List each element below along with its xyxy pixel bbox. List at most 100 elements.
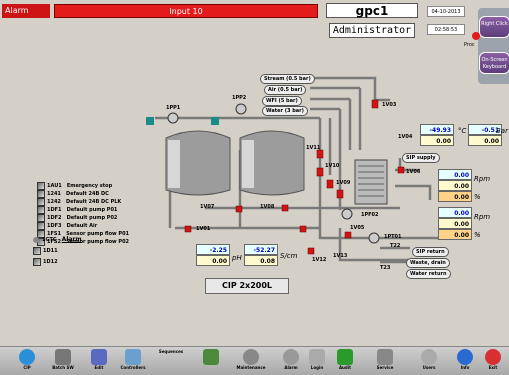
- legend-row[interactable]: 1DF1 Default pump P01: [37, 206, 133, 214]
- tank-2: [239, 130, 305, 196]
- valve-label-v07[interactable]: 1V07: [200, 204, 214, 210]
- valve-label-v09[interactable]: 1V09: [336, 180, 350, 186]
- legend-text: Emergency stop: [66, 183, 113, 189]
- alarm-icon: [33, 257, 41, 266]
- alarm-icon: [33, 246, 41, 255]
- taskbar-label: Info: [460, 365, 470, 370]
- alarm-item-text: Alarm: [61, 236, 82, 243]
- cond-unit: S/cm: [280, 252, 298, 260]
- tank-1: [165, 130, 231, 196]
- legend-code: 1DF2: [47, 215, 62, 221]
- taskbar-batch-sw[interactable]: Batch SW: [48, 349, 78, 375]
- legend-code: 1DF3: [47, 223, 62, 229]
- flow1-unit: Rpm: [474, 175, 491, 183]
- sip-return-tag: SIP return: [412, 247, 449, 257]
- taskbar-label: Batch SW: [52, 365, 74, 370]
- valve-label-v10[interactable]: 1V10: [325, 163, 339, 169]
- valve-label-v01[interactable]: 1V01: [196, 226, 210, 232]
- legend-text: Default 24B DC PLK: [66, 199, 122, 205]
- valve-label-v06[interactable]: 1V06: [406, 169, 420, 175]
- ph-value: -2.25: [196, 244, 230, 255]
- recipe-label: CIP 2x200L: [205, 278, 289, 294]
- alarm-item[interactable]: 1GTC Alarm: [33, 234, 93, 245]
- taskbar-label: Maintenance: [236, 365, 266, 370]
- alarm-bell-icon: [283, 349, 299, 365]
- taskbar-controllers[interactable]: Controllers: [118, 349, 148, 375]
- valve-label-v03[interactable]: 1V03: [382, 102, 396, 108]
- temp-setpoint[interactable]: 0.00: [420, 135, 454, 146]
- legend-row[interactable]: 1DF2 Default pump P02: [37, 214, 133, 222]
- taskbar-label: Users: [422, 365, 436, 370]
- taskbar-chart[interactable]: [196, 349, 226, 375]
- alarm-icon: [37, 222, 45, 230]
- legend-text: Default Air: [66, 223, 98, 229]
- supply-water: Water (3 bar): [262, 106, 308, 116]
- alarm-icon: [37, 182, 45, 190]
- legend-row[interactable]: 1241 Default 24B DC: [37, 190, 133, 198]
- valve-label-v05[interactable]: 1V05: [350, 225, 364, 231]
- controllers-icon: [125, 349, 141, 365]
- pump-label-pp1: 1PP1: [166, 105, 181, 111]
- supply-steam: Stream (0.5 bar): [260, 74, 315, 84]
- valve-label-v12[interactable]: 1V12: [312, 257, 326, 263]
- taskbar-service[interactable]: Service: [370, 349, 400, 375]
- alarm-icon: [37, 214, 45, 222]
- info-icon: [457, 349, 473, 365]
- flow2-setpoint[interactable]: 0.00: [438, 218, 472, 229]
- taskbar-edit[interactable]: Edit: [84, 349, 114, 375]
- valve-label-v13[interactable]: 1V13: [333, 253, 347, 259]
- flow1-percent: 0.00: [438, 191, 472, 202]
- cond-value: -52.27: [244, 244, 278, 255]
- water-return-tag: Water return: [406, 269, 451, 279]
- pressure-unit: Bar: [496, 127, 508, 135]
- valve-label-pf02: 1PF02: [361, 212, 379, 218]
- waste-drain-tag: Waste, drain: [406, 258, 450, 268]
- valve-label-pt01: 1PT01: [384, 234, 402, 240]
- cip-icon: [19, 349, 35, 365]
- ph-unit: pH: [232, 254, 242, 262]
- heat-exchanger: [354, 159, 388, 205]
- legend-code: 1AU1: [47, 183, 62, 189]
- valve-label-t22: T22: [390, 243, 401, 249]
- exit-icon: [485, 349, 501, 365]
- alarm-item[interactable]: 1D12: [33, 256, 93, 267]
- legend-row[interactable]: 1242 Default 24B DC PLK: [37, 198, 133, 206]
- wrench-icon: [377, 349, 393, 365]
- taskbar-audit[interactable]: Audit: [330, 349, 360, 375]
- cond-setpoint[interactable]: 0.08: [244, 255, 278, 266]
- alarm-icon: [37, 190, 45, 198]
- gears-icon: [243, 349, 259, 365]
- pressure-setpoint[interactable]: 0.00: [468, 135, 502, 146]
- alarm-bullet-icon: [33, 236, 39, 243]
- legend-row[interactable]: 1DF3 Default Air: [37, 222, 133, 230]
- taskbar-label: Controllers: [120, 365, 146, 370]
- valve-label-v04[interactable]: 1V04: [398, 134, 412, 140]
- taskbar-label: Login: [310, 365, 324, 370]
- taskbar-sequences[interactable]: Sequences: [156, 349, 186, 375]
- flow2-value: 0.00: [438, 207, 472, 218]
- flow1-value: 0.00: [438, 169, 472, 180]
- valve-label-v08[interactable]: 1V08: [260, 204, 274, 210]
- flow1-pct-unit: %: [474, 193, 481, 201]
- taskbar-maintenance[interactable]: Maintenance: [236, 349, 266, 375]
- edit-icon: [91, 349, 107, 365]
- flow2-percent: 0.00: [438, 229, 472, 240]
- legend-row[interactable]: 1AU1 Emergency stop: [37, 182, 133, 190]
- audit-icon: [337, 349, 353, 365]
- user-icon: [421, 349, 437, 365]
- alarm-icon: [37, 198, 45, 206]
- valve-label-v11[interactable]: 1V11: [306, 145, 320, 151]
- taskbar-users[interactable]: Users: [414, 349, 444, 375]
- taskbar-info[interactable]: Info: [450, 349, 480, 375]
- process-diagram: [146, 76, 440, 264]
- ph-setpoint[interactable]: 0.00: [196, 255, 230, 266]
- alarm-item[interactable]: 1D11: [33, 245, 93, 256]
- flow1-setpoint[interactable]: 0.00: [438, 180, 472, 191]
- taskbar-login[interactable]: Login: [302, 349, 332, 375]
- taskbar-label: Exit: [488, 365, 498, 370]
- taskbar-cip[interactable]: CIP: [12, 349, 42, 375]
- sip-supply-tag: SIP supply: [402, 153, 440, 163]
- taskbar-exit[interactable]: Exit: [478, 349, 508, 375]
- legend-code: 1242: [47, 199, 61, 205]
- legend-code: 1DF1: [47, 207, 62, 213]
